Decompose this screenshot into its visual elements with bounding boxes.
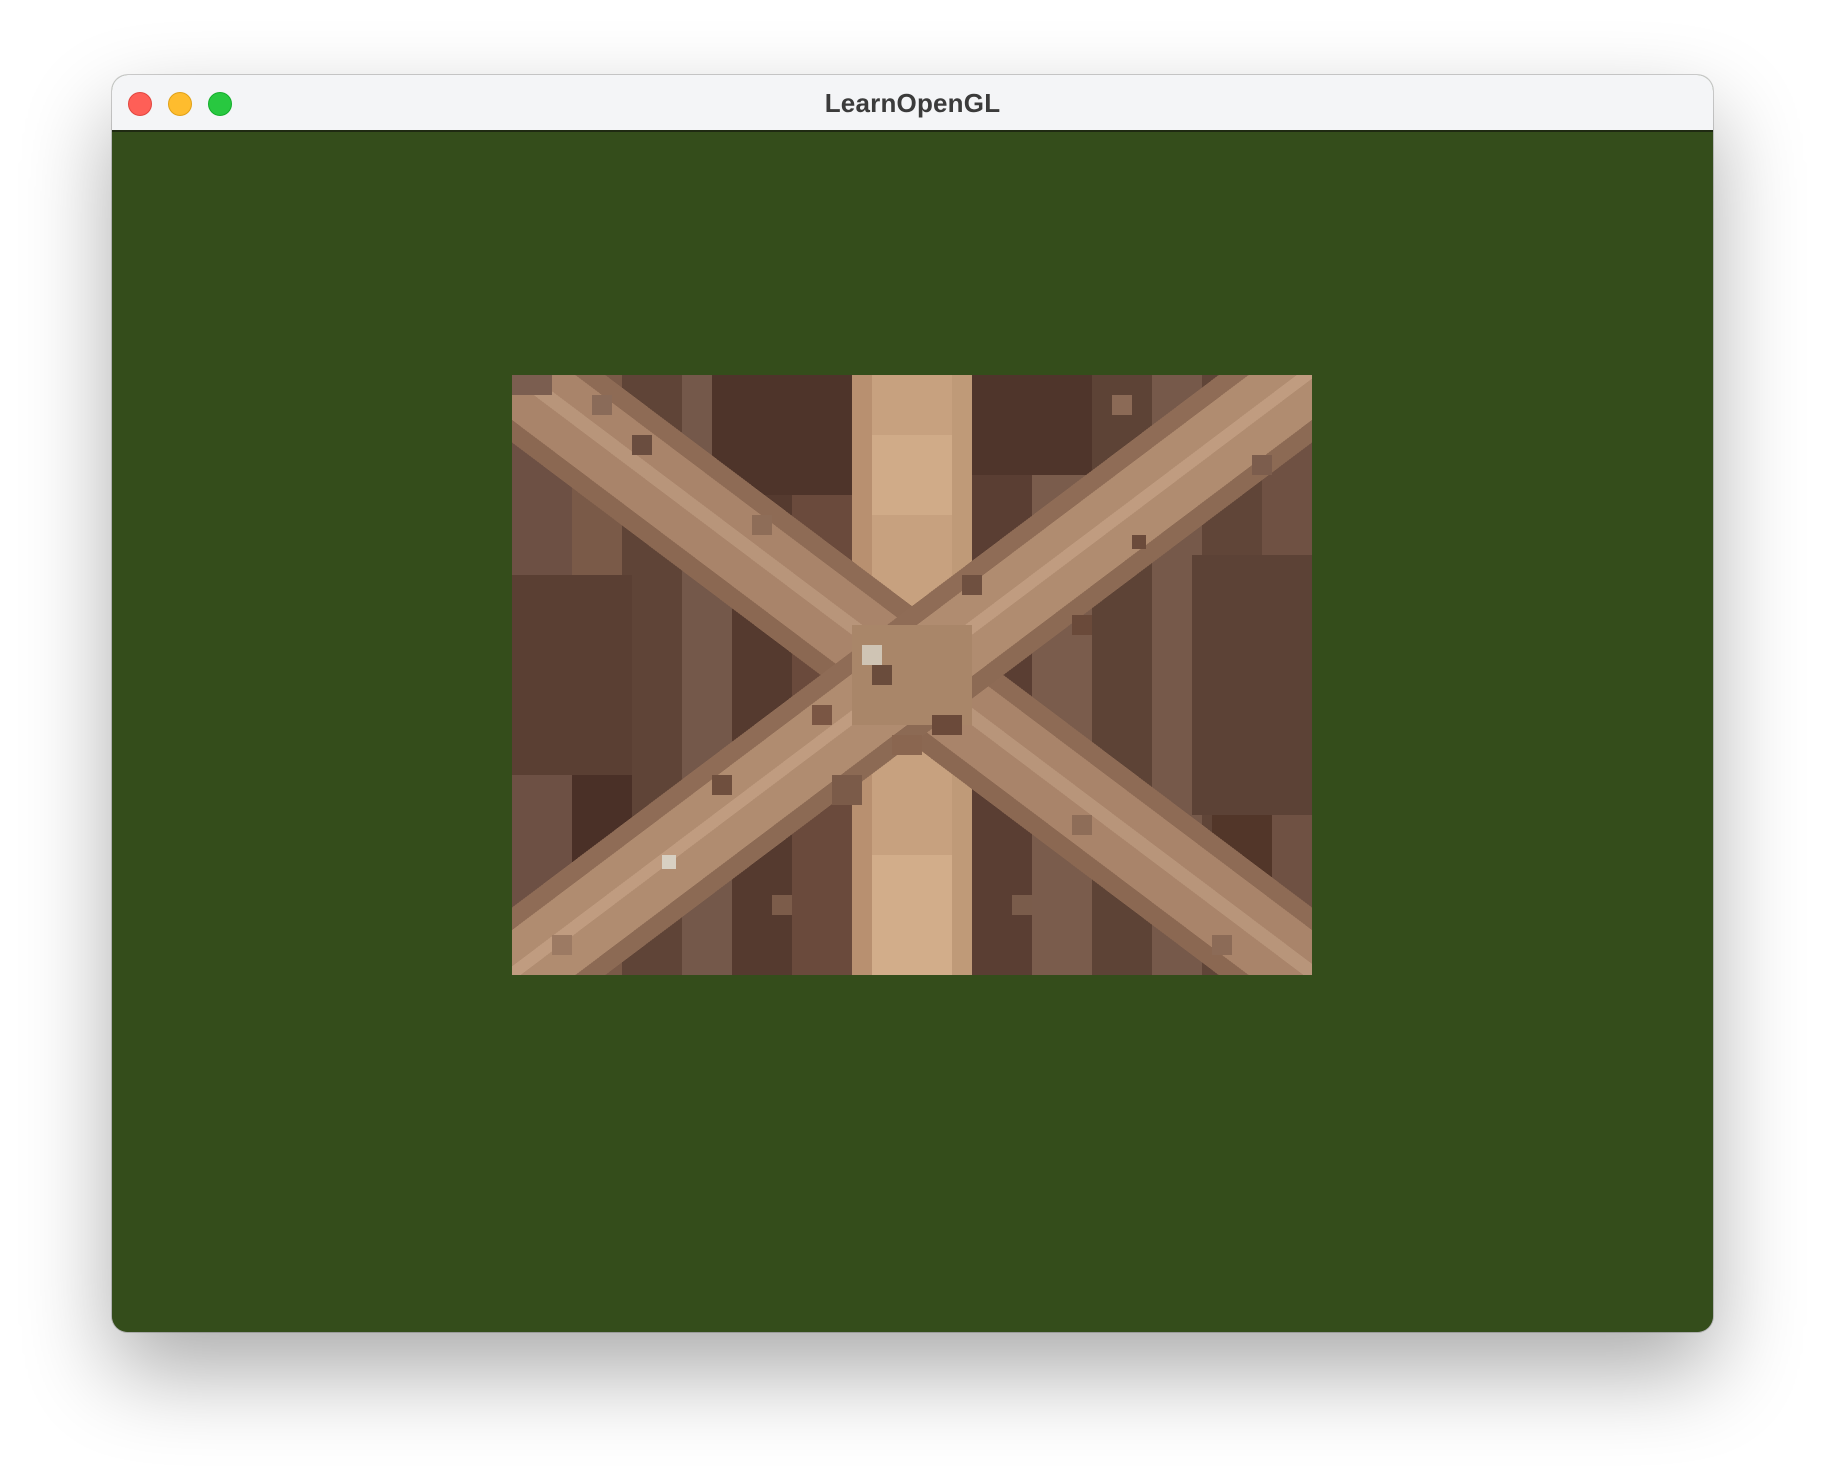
desktop: LearnOpenGL: [0, 0, 1824, 1480]
window-title: LearnOpenGL: [824, 88, 1001, 118]
opengl-viewport[interactable]: [112, 132, 1713, 1332]
app-window: LearnOpenGL: [112, 75, 1713, 1332]
wood-texture-image: [512, 375, 1312, 975]
textured-quad: [512, 375, 1312, 975]
title-bar[interactable]: LearnOpenGL: [112, 75, 1713, 132]
